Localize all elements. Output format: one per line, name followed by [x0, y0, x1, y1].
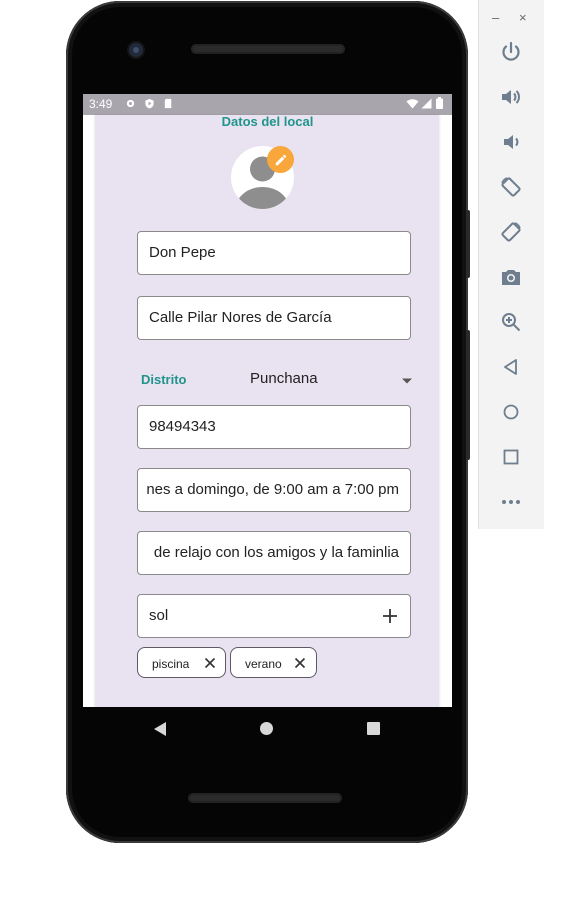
battery-icon [436, 97, 443, 109]
pencil-icon [275, 154, 286, 165]
signal-icon [421, 98, 432, 109]
bottom-speaker [188, 793, 342, 803]
description-field[interactable]: de relajo con los amigos y la faminlia [137, 531, 411, 575]
rotate-left-icon[interactable] [499, 175, 523, 199]
home-icon[interactable] [499, 400, 523, 424]
front-camera [129, 43, 143, 57]
name-field[interactable]: Don Pepe [137, 231, 411, 275]
description-field-value: de relajo con los amigos y la faminlia [153, 544, 399, 561]
wifi-icon [406, 99, 419, 109]
zoom-icon[interactable] [499, 310, 523, 334]
phone-field-value: 98494343 [149, 418, 216, 435]
more-icon[interactable] [499, 490, 523, 514]
page-title: Datos del local [221, 114, 314, 129]
address-field-value: Calle Pilar Nores de García [149, 309, 332, 326]
phone-screen: 3:49 Datos del local Don Pepe Calle Pila… [83, 94, 452, 707]
emulator-toolbar: – × [478, 0, 544, 529]
power-icon[interactable] [499, 40, 523, 64]
edit-photo-button[interactable] [267, 146, 294, 173]
settings-icon [126, 99, 135, 108]
close-icon[interactable] [204, 657, 216, 669]
arrow-drop-down-icon[interactable] [401, 377, 413, 385]
tag-input-field[interactable]: sol [137, 594, 411, 638]
volume-up-icon[interactable] [499, 85, 523, 109]
plus-icon[interactable] [380, 606, 400, 626]
close-icon[interactable] [294, 657, 306, 669]
district-label: Distrito [141, 372, 187, 387]
nav-recents-icon[interactable] [367, 722, 380, 735]
status-time: 3:49 [89, 97, 113, 111]
overview-icon[interactable] [499, 445, 523, 469]
chip-verano: verano [230, 647, 317, 678]
tag-input-value: sol [149, 607, 169, 624]
side-button-power [466, 330, 470, 460]
chip-label: verano [245, 657, 282, 671]
close-button[interactable]: × [519, 10, 527, 25]
rotate-right-icon[interactable] [499, 220, 523, 244]
back-icon[interactable] [499, 355, 523, 379]
chip-label: piscina [152, 657, 190, 671]
sd-card-icon [164, 98, 172, 109]
volume-down-icon[interactable] [499, 130, 523, 154]
phone-field[interactable]: 98494343 [137, 405, 411, 449]
top-speaker [191, 44, 345, 54]
camera-icon[interactable] [499, 265, 523, 289]
side-button-volume [466, 210, 470, 278]
address-field[interactable]: Calle Pilar Nores de García [137, 296, 411, 340]
minimize-button[interactable]: – [492, 10, 499, 25]
navigation-bar [83, 707, 452, 750]
schedule-field[interactable]: nes a domingo, de 9:00 am a 7:00 pm [137, 468, 411, 512]
schedule-field-value: nes a domingo, de 9:00 am a 7:00 pm [146, 481, 399, 498]
nav-back-icon[interactable] [153, 721, 167, 737]
name-field-value: Don Pepe [149, 244, 216, 261]
app-content: Datos del local Don Pepe Calle Pilar Nor… [83, 114, 452, 707]
chip-piscina: piscina [137, 647, 226, 678]
district-dropdown[interactable]: Punchana [250, 370, 318, 387]
status-bar: 3:49 [83, 94, 452, 115]
nav-home-icon[interactable] [260, 722, 273, 735]
play-protect-icon [145, 98, 154, 109]
